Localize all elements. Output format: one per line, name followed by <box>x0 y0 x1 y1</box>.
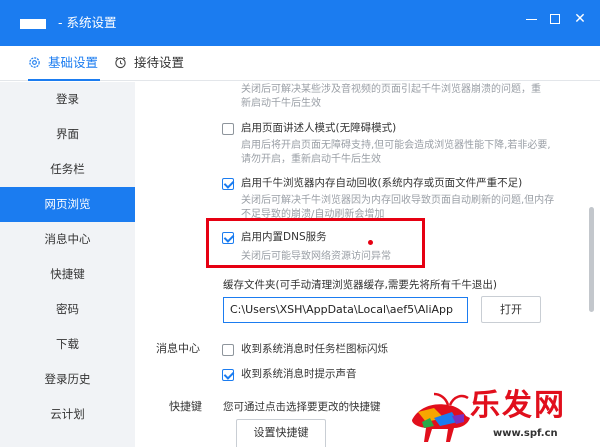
notify-sound-checkbox[interactable] <box>222 369 234 381</box>
sidebar-item-web-browsing[interactable]: 网页浏览 <box>0 187 135 222</box>
sidebar-item-interface[interactable]: 界面 <box>0 117 135 152</box>
narrator-mode-checkbox[interactable] <box>222 123 234 135</box>
option-description: 关闭后可解决某些涉及音视频的页面引起千牛浏览器崩溃的问题，重 <box>241 84 541 95</box>
highlight-box <box>206 218 425 268</box>
app-logo <box>20 19 46 29</box>
cache-folder-label: 缓存文件夹(可手动清理浏览器缓存,需要先将所有千牛退出) <box>223 279 498 291</box>
open-folder-button[interactable]: 打开 <box>481 296 541 323</box>
taskbar-flash-label[interactable]: 收到系统消息时任务栏图标闪烁 <box>241 341 388 357</box>
option-description: 启用后将开启页面无障碍支持,但可能会造成浏览器性能下降,若非必要, <box>241 140 551 151</box>
taskbar-flash-checkbox[interactable] <box>222 344 234 356</box>
minimize-icon <box>525 18 537 20</box>
sidebar-item-message-center[interactable]: 消息中心 <box>0 222 135 257</box>
sidebar-item-cloud-plan[interactable]: 云计划 <box>0 397 135 432</box>
set-shortcut-button[interactable]: 设置快捷键 <box>236 419 326 447</box>
red-dot-marker <box>368 240 373 245</box>
memory-recycle-label[interactable]: 启用千牛浏览器内存自动回收(系统内存或页面文件严重不足) <box>241 175 522 191</box>
tab-basic-settings[interactable]: 基础设置 <box>28 46 101 81</box>
settings-sidebar: 登录 界面 任务栏 网页浏览 消息中心 快捷键 密码 下载 登录历史 云计划 <box>0 82 135 447</box>
tab-reception-settings[interactable]: 接待设置 <box>114 46 184 81</box>
gear-icon <box>29 57 40 68</box>
close-button[interactable]: ✕ <box>569 8 591 30</box>
watermark-text: 乐发网 <box>470 388 566 423</box>
sidebar-item-password[interactable]: 密码 <box>0 292 135 327</box>
close-icon: ✕ <box>574 11 586 27</box>
shortcuts-description: 您可通过点击选择要更改的快捷键 <box>223 401 381 413</box>
option-description: 新启动千牛后生效 <box>241 98 321 109</box>
cache-path-field[interactable]: C:\Users\XSH\AppData\Local\aef5\AliApp <box>223 297 468 323</box>
shortcuts-section-title: 快捷键 <box>169 400 202 413</box>
sidebar-item-login-history[interactable]: 登录历史 <box>0 362 135 397</box>
alarm-clock-icon <box>115 56 126 69</box>
scrollbar-thumb[interactable] <box>589 207 594 312</box>
notify-sound-label[interactable]: 收到系统消息时提示声音 <box>241 366 357 382</box>
window-title: - 系统设置 <box>58 15 117 30</box>
sidebar-item-login[interactable]: 登录 <box>0 82 135 117</box>
minimize-button[interactable] <box>520 8 542 30</box>
narrator-mode-label[interactable]: 启用页面讲述人模式(无障碍模式) <box>241 120 396 136</box>
memory-recycle-checkbox[interactable] <box>222 178 234 190</box>
tab-label: 接待设置 <box>134 55 185 70</box>
sidebar-item-shortcuts[interactable]: 快捷键 <box>0 257 135 292</box>
settings-tabbar: 基础设置 接待设置 <box>0 46 600 81</box>
maximize-button[interactable] <box>544 8 566 30</box>
watermark-url: www.spf.cn <box>493 428 558 439</box>
sidebar-item-download[interactable]: 下载 <box>0 327 135 362</box>
message-center-section-title: 消息中心 <box>156 342 200 355</box>
tab-label: 基础设置 <box>48 55 99 70</box>
option-description: 关闭后可解决千牛浏览器因为内存回收导致页面自动刷新的问题,但内存 <box>241 195 555 206</box>
option-description: 请勿开启，重新启动千牛后生效 <box>241 154 381 165</box>
maximize-icon <box>550 14 560 24</box>
title-bar: - 系统设置 ✕ <box>0 0 600 46</box>
sidebar-item-taskbar[interactable]: 任务栏 <box>0 152 135 187</box>
